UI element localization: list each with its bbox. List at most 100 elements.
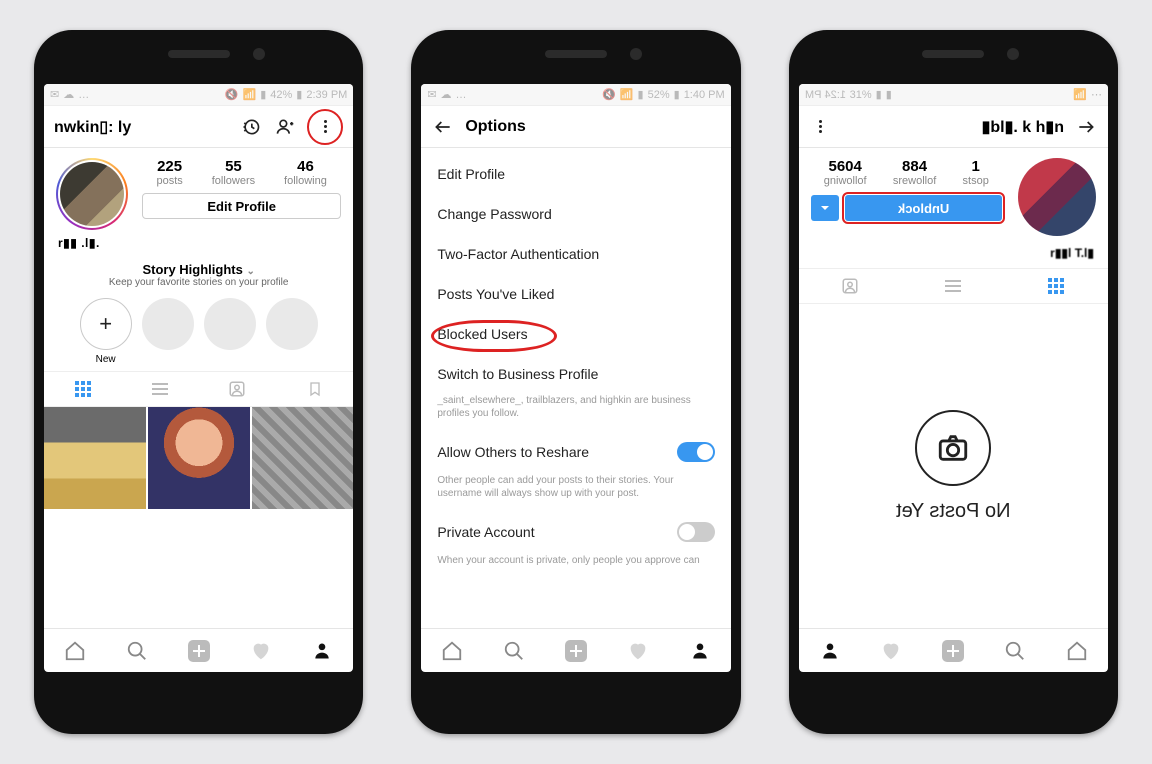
heart-icon [627,640,649,662]
options-appbar: Options [421,106,730,148]
posts-grid [44,407,353,509]
opt-two-factor[interactable]: Two-Factor Authentication [421,234,730,274]
more-actions-dropdown[interactable] [811,195,839,221]
status-bar: ✉ ☁ … 🔇 📶 ▮ 42% ▮ 2:39 PM [44,84,353,106]
nav-search[interactable] [106,629,168,672]
profile-appbar: nwkin▯: ly [44,106,353,148]
wifi-icon: 📶 [620,88,634,101]
nav-home[interactable] [44,629,106,672]
cloud-icon: ☁ [441,88,452,101]
highlights-title[interactable]: Story Highlights ⌄ [54,262,343,277]
stat-followers[interactable]: 55 followers [212,158,255,187]
mute-icon: 🔇 [602,88,616,101]
bookmark-icon [307,380,323,398]
stat-following[interactable]: 5604 gniwollof [824,158,867,187]
home-icon [441,640,463,662]
opt-edit-profile[interactable]: Edit Profile [421,154,730,194]
nav-activity[interactable] [607,629,669,672]
nav-activity[interactable] [230,629,292,672]
post-thumbnail[interactable] [252,407,354,509]
menu-annotation [307,109,343,145]
opt-posts-liked[interactable]: Posts You've Liked [421,274,730,314]
options-list: Edit Profile Change Password Two-Factor … [421,148,730,583]
grid-icon [1048,278,1064,294]
opt-private-account[interactable]: Private Account [421,510,730,554]
username[interactable]: nwkin▯: ly [54,117,131,137]
reshare-toggle[interactable] [677,442,715,462]
clock: 1:24 PM [805,89,846,101]
stat-following[interactable]: 46 following [284,158,327,187]
front-camera [253,48,265,60]
opt-blocked-users[interactable]: Blocked Users [421,314,730,354]
tab-grid[interactable] [1005,269,1108,303]
discover-people-icon[interactable] [273,115,297,139]
bio-text: r▮▮l T.l▮ [799,246,1108,268]
plus-square-icon [188,640,210,662]
bottom-nav [799,628,1108,672]
nav-new-post[interactable] [922,629,984,672]
opt-switch-business[interactable]: Switch to Business Profile [421,354,730,394]
tab-tagged[interactable] [799,269,902,303]
post-thumbnail[interactable] [44,407,146,509]
stats-row: 225 posts 55 followers 46 following [142,158,341,187]
unblock-button[interactable]: Unblock [845,195,1002,221]
bottom-nav [44,628,353,672]
stat-posts[interactable]: 225 posts [156,158,182,187]
home-icon [64,640,86,662]
clock: 2:39 PM [306,89,347,101]
tab-grid[interactable] [44,372,121,406]
nav-new-post[interactable] [168,629,230,672]
nav-home[interactable] [1046,629,1108,672]
edit-profile-button[interactable]: Edit Profile [142,193,341,219]
tab-saved[interactable] [276,372,353,406]
tab-list[interactable] [902,269,1005,303]
front-camera [1007,48,1019,60]
opt-switch-business-desc: _saint_elsewhere_, trailblazers, and hig… [421,394,730,430]
signal-icon: ▮ [638,88,644,101]
profile-avatar[interactable] [60,162,124,226]
opt-reshare-label: Allow Others to Reshare [437,444,589,460]
profile-avatar[interactable] [1018,158,1096,236]
speaker [545,50,607,58]
story-ring[interactable] [56,158,128,230]
person-icon [690,641,710,661]
nav-profile[interactable] [669,629,731,672]
history-icon[interactable] [239,115,263,139]
private-toggle[interactable] [677,522,715,542]
back-button[interactable] [1074,115,1098,139]
nav-activity[interactable] [861,629,923,672]
opt-change-password[interactable]: Change Password [421,194,730,234]
stat-posts[interactable]: 1 stsop [963,158,989,187]
arrow-right-icon [1076,117,1096,137]
person-icon [820,641,840,661]
no-posts-text: No Posts Yet [896,500,1011,523]
more-icon: … [456,89,467,101]
tab-tagged[interactable] [199,372,276,406]
nav-search[interactable] [483,629,545,672]
highlight-new-label: New [80,354,132,365]
post-thumbnail[interactable] [148,407,250,509]
heart-icon [250,640,272,662]
bio-text: r▮▮ .l▮. [44,236,353,256]
stat-followers[interactable]: 884 srewollof [893,158,936,187]
front-camera [630,48,642,60]
status-bar: 1:24 PM 31% ▮ ▮ 📶 ⋯ [799,84,1108,106]
no-posts-placeholder: No Posts Yet [799,304,1108,628]
mute-icon: 🔇 [225,88,239,101]
tab-list[interactable] [121,372,198,406]
highlight-placeholder [266,298,318,350]
overflow-menu-icon[interactable] [809,115,833,139]
highlight-add-button[interactable]: + [80,298,132,350]
nav-new-post[interactable] [545,629,607,672]
overflow-menu-icon[interactable] [313,115,337,139]
mail-icon: ✉ [427,88,436,101]
bottom-nav [421,628,730,672]
nav-search[interactable] [984,629,1046,672]
mail-icon: ✉ [50,88,59,101]
back-button[interactable] [431,115,455,139]
nav-profile[interactable] [799,629,861,672]
nav-home[interactable] [421,629,483,672]
opt-reshare[interactable]: Allow Others to Reshare [421,430,730,474]
nav-profile[interactable] [291,629,353,672]
home-icon [1066,640,1088,662]
